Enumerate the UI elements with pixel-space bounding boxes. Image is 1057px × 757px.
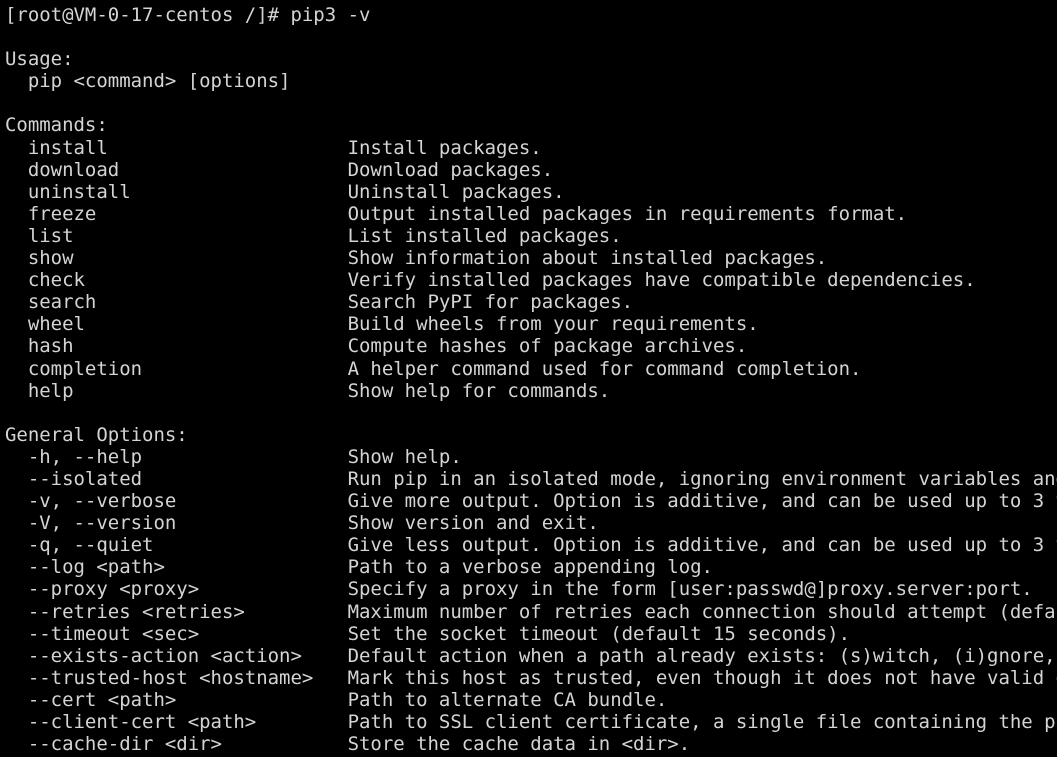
terminal-line: --retries <retries> Maximum number of re… [27,600,1057,623]
terminal-line: -v, --verbose Give more output. Option i… [5,490,1057,513]
terminal-line: --proxy <proxy> Specify a proxy in the f… [5,578,1033,601]
terminal-line: --isolated Run pip in an isolated mode, … [27,467,1057,490]
terminal-line: --exists-action <action> Default action … [27,644,1056,667]
terminal-line: help Show help for commands. [5,379,611,402]
terminal-line: list List installed packages. [5,224,622,247]
terminal-line: completion A helper command used for com… [5,357,862,380]
section-header: General Options: [5,423,188,446]
terminal-line: show Show information about installed pa… [5,247,828,270]
terminal-line: hash Compute hashes of package archives. [5,335,748,358]
terminal-line: -V, --version Show version and exit. [5,512,599,535]
terminal-line: download Download packages. [5,158,554,181]
terminal-screen[interactable]: [root@VM-0-17-centos /]# pip3 -v Usage: … [0,0,1057,757]
terminal-line: install Install packages. [5,136,542,159]
terminal-line: -h, --help Show help. [5,445,462,468]
section-header: Usage: [5,48,74,71]
terminal-line: --timeout <sec> Set the socket timeout (… [5,622,851,645]
terminal-line: --cache-dir <dir> Store the cache data i… [5,733,691,756]
terminal-line: uninstall Uninstall packages. [5,180,565,203]
terminal-line: -q, --quiet Give less output. Option is … [27,534,1057,557]
shell-prompt-line: [root@VM-0-17-centos /]# pip3 -v [5,4,371,26]
terminal-line: search Search PyPI for packages. [5,291,634,314]
terminal-line: --trusted-host <hostname> Mark this host… [27,666,1057,689]
section-header: Commands: [5,114,108,137]
terminal-line: --cert <path> Path to alternate CA bundl… [5,688,668,711]
terminal-line: check Verify installed packages have com… [5,269,976,292]
terminal-line: freeze Output installed packages in requ… [5,202,908,225]
terminal-line: --client-cert <path> Path to SSL client … [27,711,1057,733]
terminal-line: wheel Build wheels from your requirement… [5,313,759,336]
terminal-line: pip <command> [options] [5,70,291,93]
terminal-line: --log <path> Path to a verbose appending… [5,556,713,579]
